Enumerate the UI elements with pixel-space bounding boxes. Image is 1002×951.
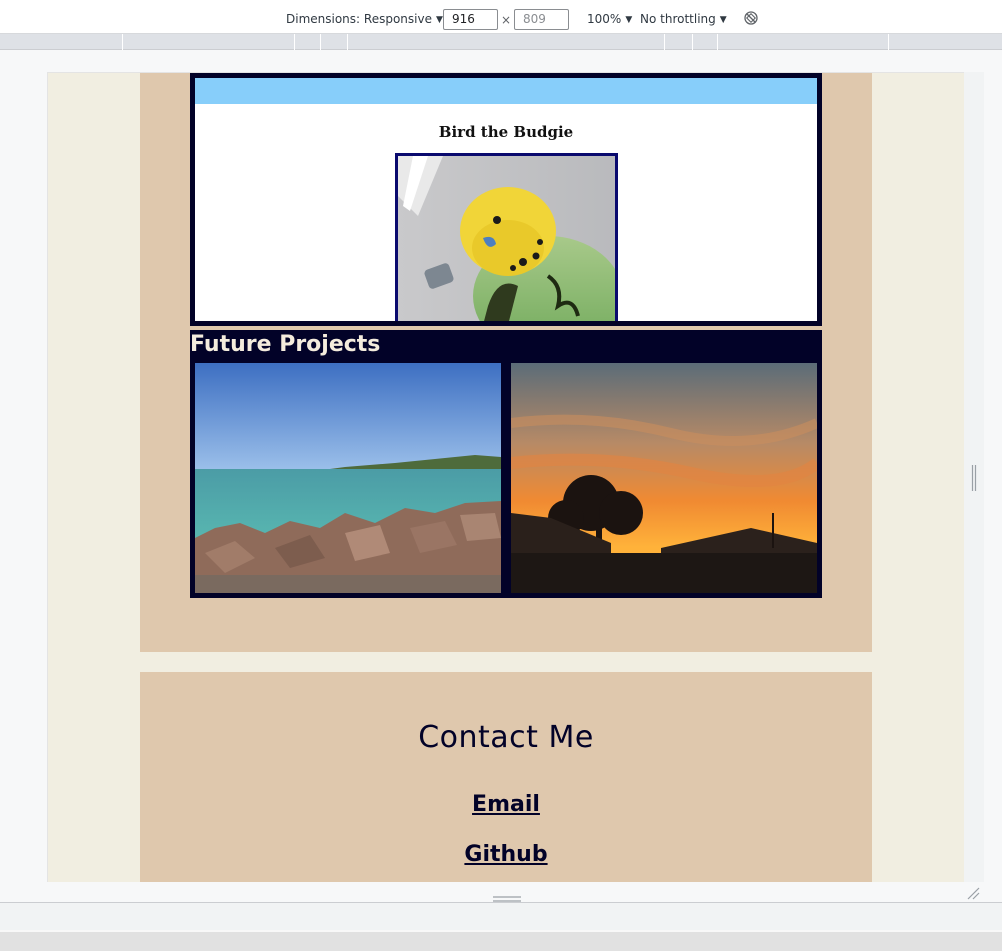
contact-section: Contact Me Email Github — [140, 672, 872, 882]
resize-handle-icon[interactable] — [493, 888, 521, 902]
chevron-down-icon: ▼ — [625, 15, 633, 25]
future-projects-title: Future Projects — [190, 332, 381, 357]
width-input[interactable]: 916 — [443, 9, 498, 30]
future-projects-section: Future Projects — [190, 330, 822, 598]
zoom-label: 100% — [587, 12, 622, 26]
beach-rocks-image[interactable] — [195, 363, 501, 593]
zoom-dropdown[interactable]: 100% ▼ — [587, 0, 632, 34]
chevron-down-icon: ▼ — [719, 15, 727, 25]
resize-handle-icon[interactable] — [971, 465, 977, 491]
device-toolbar: Dimensions: Responsive ▼ 916 × 809 100% ▼ … — [0, 0, 1002, 34]
project-header-bar — [195, 78, 817, 104]
budgie-image — [395, 153, 618, 321]
resize-corner-icon[interactable] — [966, 885, 980, 900]
dimensions-label: Dimensions: Responsive — [286, 12, 432, 26]
emulated-viewport: Bird the Budgie Future Projects Contact … — [47, 72, 964, 882]
devtools-panel-bar — [0, 930, 1002, 951]
email-link[interactable]: Email — [140, 792, 872, 817]
budgie-project-card[interactable]: Bird the Budgie — [190, 73, 822, 326]
rotate-icon[interactable] — [743, 10, 759, 26]
throttling-label: No throttling — [640, 12, 716, 26]
budgie-project-content: Bird the Budgie — [195, 78, 817, 321]
devtools-bottom-strip — [0, 902, 1002, 930]
contact-title: Contact Me — [418, 720, 594, 755]
times-sign: × — [501, 13, 512, 27]
dimensions-dropdown[interactable]: Dimensions: Responsive ▼ — [286, 0, 443, 34]
media-query-ruler[interactable] — [0, 34, 1002, 50]
budgie-title: Bird the Budgie — [438, 123, 574, 141]
github-link[interactable]: Github — [140, 842, 872, 867]
sunset-image[interactable] — [511, 363, 817, 593]
height-input[interactable]: 809 — [514, 9, 569, 30]
throttling-dropdown[interactable]: No throttling ▼ — [640, 0, 727, 34]
chevron-down-icon: ▼ — [435, 15, 443, 25]
